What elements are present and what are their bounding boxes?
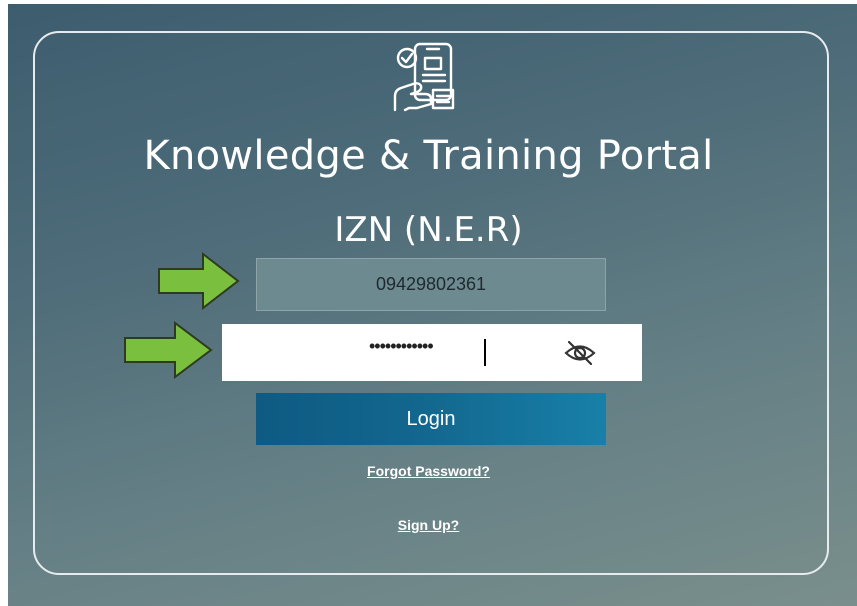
password-value: •••••••••••• <box>369 336 434 356</box>
username-input[interactable]: 09429802361 <box>256 258 606 311</box>
annotation-arrow-icon <box>158 252 240 310</box>
text-cursor <box>484 339 486 366</box>
forgot-password-link[interactable]: Forgot Password? <box>0 463 857 479</box>
password-input[interactable]: •••••••••••• <box>222 324 642 381</box>
annotation-arrow-icon <box>124 321 213 379</box>
portal-logo-icon <box>393 42 455 112</box>
sign-up-link[interactable]: Sign Up? <box>0 517 857 533</box>
portal-title: Knowledge & Training Portal <box>143 133 714 179</box>
login-button[interactable]: Login <box>256 393 606 445</box>
portal-subtitle: IZN (N.E.R) <box>334 210 523 250</box>
eye-slash-icon[interactable] <box>564 339 596 367</box>
